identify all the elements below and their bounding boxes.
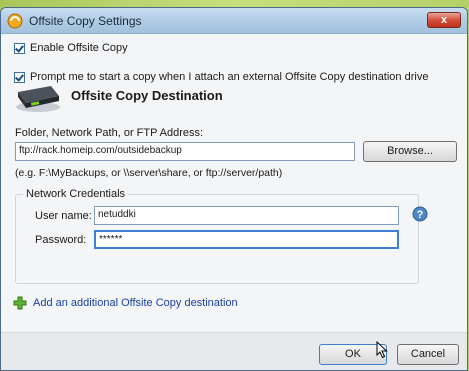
help-icon[interactable]: ?	[412, 206, 428, 222]
prompt-copy-label: Prompt me to start a copy when I attach …	[30, 71, 429, 83]
enable-offsite-label: Enable Offsite Copy	[30, 42, 128, 54]
close-button[interactable]: x	[427, 12, 461, 28]
prompt-copy-option[interactable]: Prompt me to start a copy when I attach …	[14, 71, 428, 83]
dialog-footer: OK Cancel	[1, 332, 467, 370]
dialog-content: Enable Offsite Copy Prompt me to start a…	[1, 34, 467, 332]
address-input[interactable]: ftp://rack.homeip.com/outsidebackup	[15, 142, 355, 161]
settings-dialog: Offsite Copy Settings x Enable Offsite C…	[0, 7, 468, 371]
destination-heading: Offsite Copy Destination	[71, 88, 223, 103]
cancel-button[interactable]: Cancel	[397, 344, 459, 365]
enable-offsite-option[interactable]: Enable Offsite Copy	[14, 42, 128, 54]
add-destination-label: Add an additional Offsite Copy destinati…	[33, 297, 238, 309]
add-icon	[13, 296, 27, 310]
username-label: User name:	[35, 210, 92, 222]
close-icon: x	[440, 14, 448, 26]
svg-text:?: ?	[417, 209, 424, 221]
mouse-cursor-icon	[376, 341, 388, 359]
title-bar[interactable]: Offsite Copy Settings x	[1, 8, 467, 34]
network-credentials-title: Network Credentials	[23, 188, 129, 200]
browse-button[interactable]: Browse...	[363, 141, 457, 162]
enable-offsite-checkbox[interactable]	[14, 42, 25, 54]
password-input[interactable]: ******	[94, 230, 399, 249]
address-label: Folder, Network Path, or FTP Address:	[15, 127, 204, 139]
app-icon	[7, 13, 23, 29]
external-drive-icon	[16, 86, 60, 112]
username-input[interactable]: netuddki	[94, 206, 399, 225]
add-destination-link[interactable]: Add an additional Offsite Copy destinati…	[13, 296, 238, 310]
address-example: (e.g. F:\MyBackups, or \\server\share, o…	[15, 167, 283, 179]
password-label: Password:	[35, 234, 87, 246]
window-title: Offsite Copy Settings	[29, 14, 142, 28]
